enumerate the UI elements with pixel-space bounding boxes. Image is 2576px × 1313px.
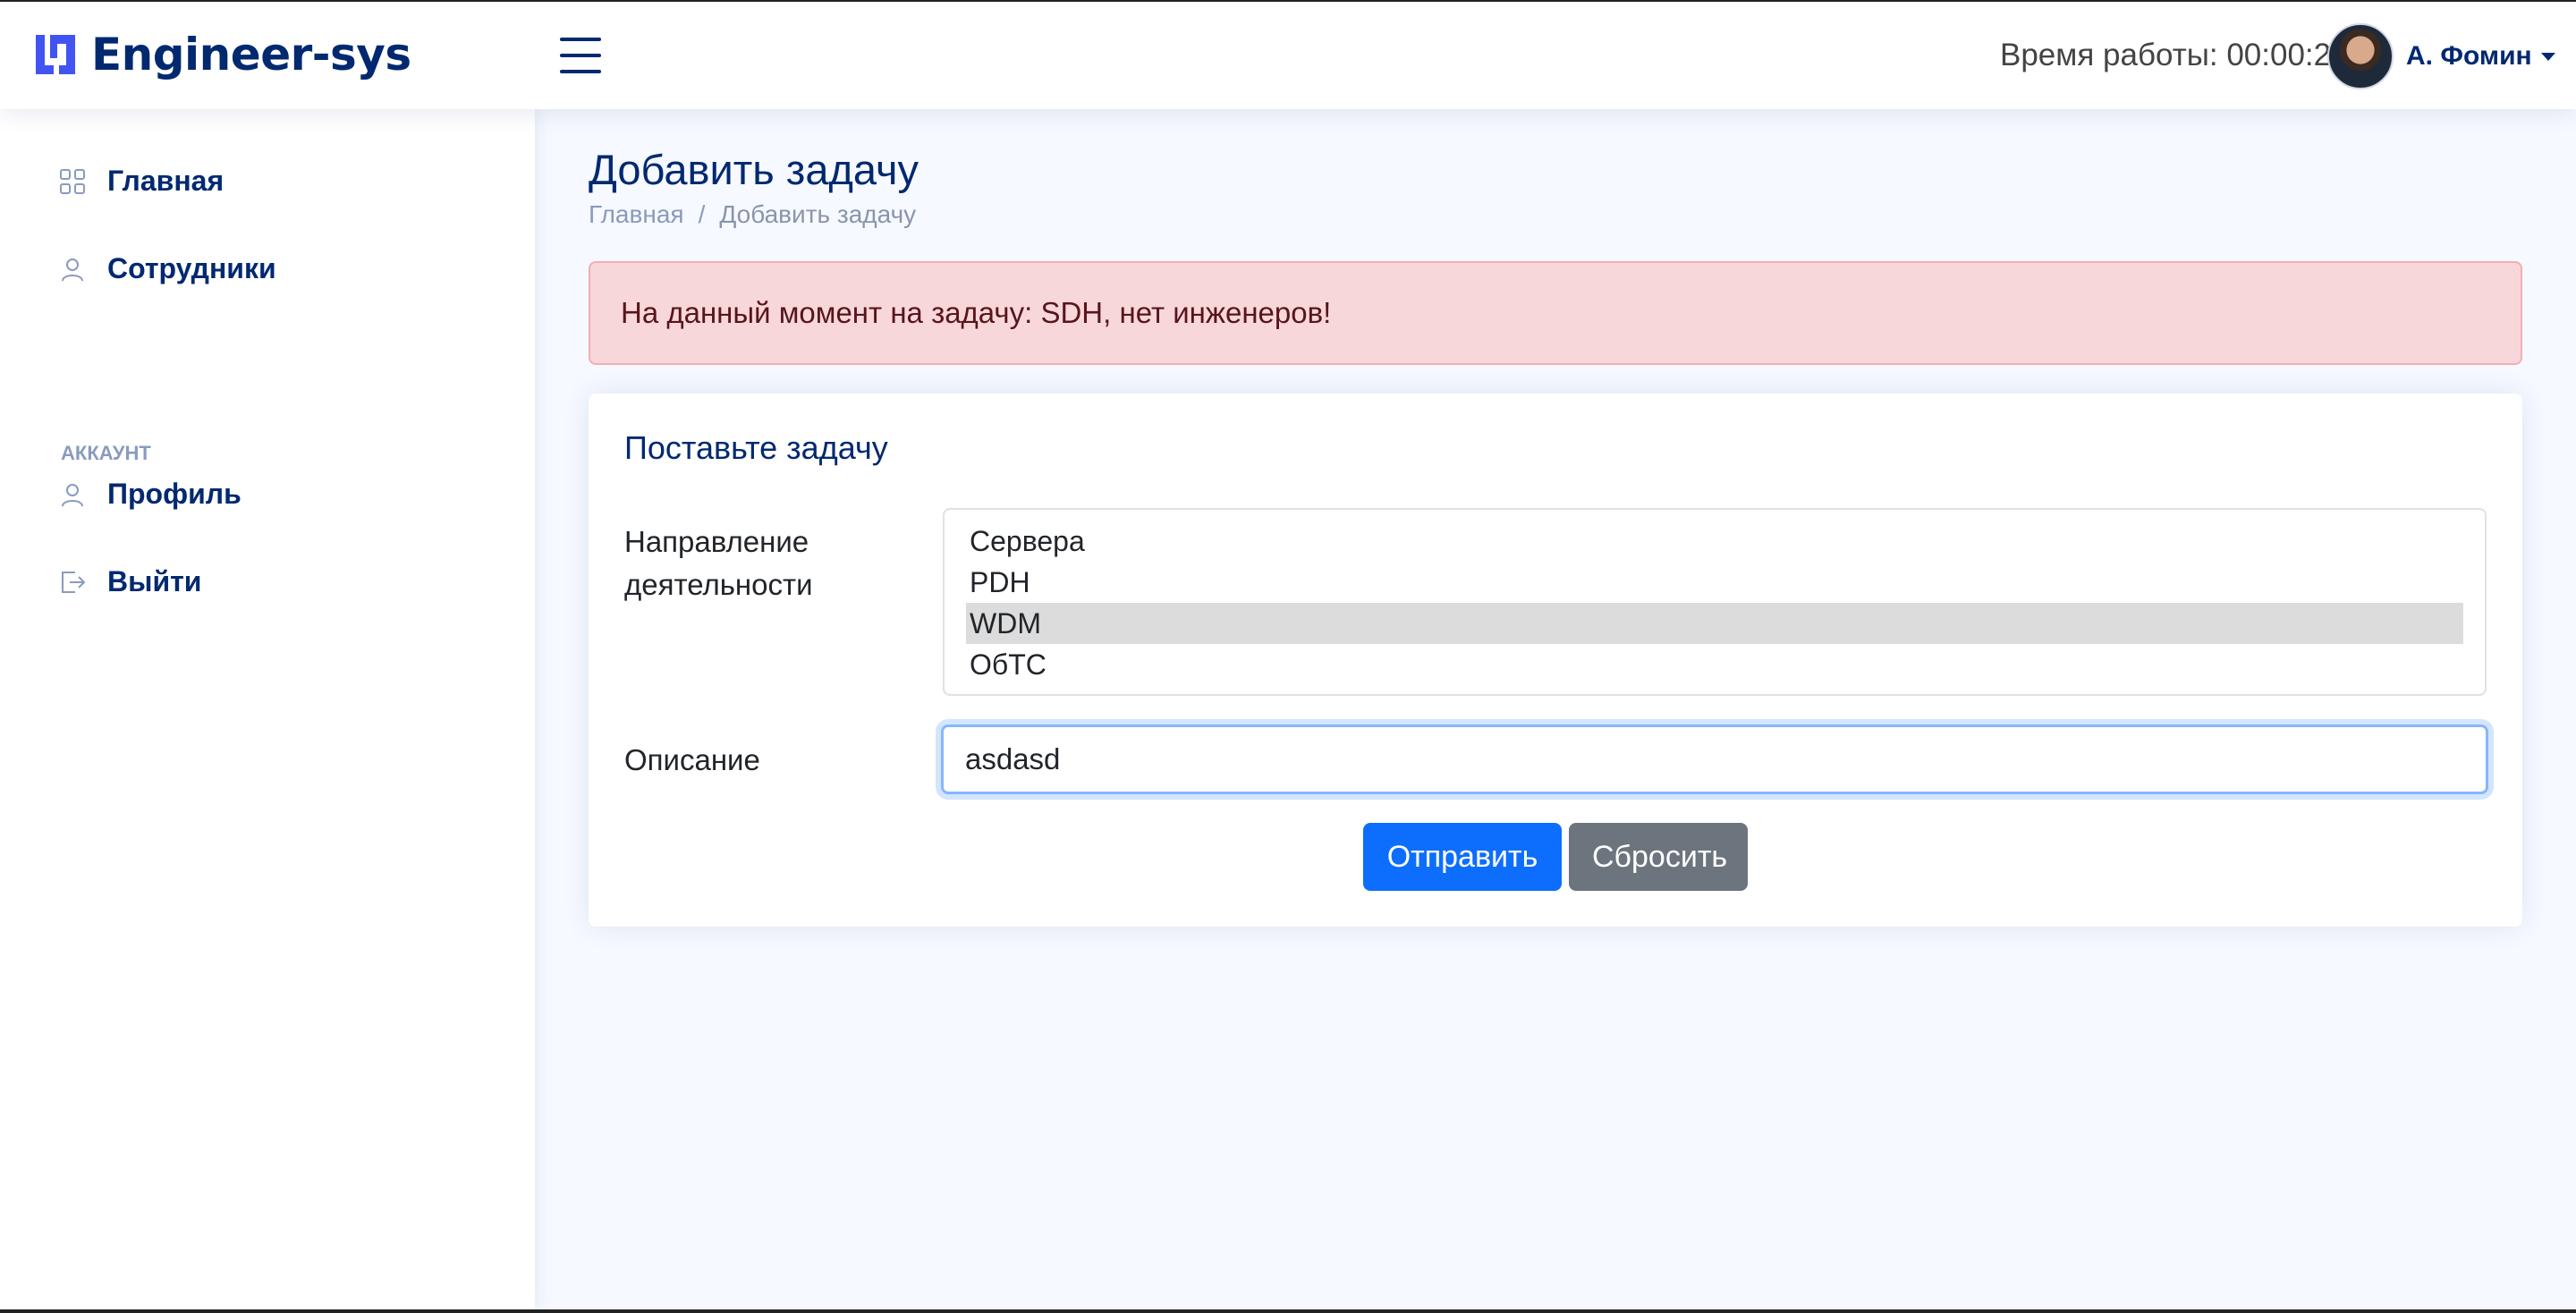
direction-option[interactable]: ОбТС [966,644,2463,685]
reset-button[interactable]: Сбросить [1569,823,1748,891]
window-bottom-border [0,1309,2576,1313]
person-icon [62,483,83,506]
top-header: Engineer-sys Время работы: 00:00:21 А. Ф… [0,0,2576,109]
description-label: Описание [624,743,760,776]
breadcrumb-current: Добавить задачу [719,200,917,228]
breadcrumb: Главная / Добавить задачу [589,200,916,229]
sidebar-item-home[interactable]: Главная [59,165,224,198]
direction-label: Направление деятельности [624,525,813,601]
sidebar: Главная Сотрудники Аккаунт Профиль Выйти [0,109,535,1311]
logout-icon [62,571,86,593]
logo-icon [36,35,75,74]
page-title: Добавить задачу [589,146,919,193]
sidebar-item-employees[interactable]: Сотрудники [59,252,276,285]
sidebar-item-label: Профиль [107,478,242,510]
avatar[interactable] [2327,23,2394,89]
task-form-card: Поставьте задачу Направление деятельност… [589,394,2522,927]
worktime-timer: Время работы: 00:00:21 [2000,38,2349,72]
brand-name: Engineer-sys [91,29,411,80]
card-title: Поставьте задачу [624,429,888,466]
description-input[interactable] [941,724,2488,794]
alert-message: На данный момент на задачу: SDH, нет инж… [621,296,1332,329]
direction-select[interactable]: Сервера PDH WDM ОбТС [943,508,2487,696]
sidebar-item-profile[interactable]: Профиль [59,478,242,511]
submit-button[interactable]: Отправить [1363,823,1562,891]
sidebar-item-label: Сотрудники [107,252,276,284]
sidebar-toggle-menu-icon[interactable] [560,38,601,75]
user-name: А. Фомин [2406,41,2532,71]
sidebar-item-label: Главная [107,165,225,197]
brand-logo[interactable]: Engineer-sys [32,29,411,80]
direction-option[interactable]: PDH [966,562,2463,603]
direction-option-selected[interactable]: WDM [966,603,2463,644]
sidebar-heading-account: Аккаунт [61,442,151,464]
error-alert: На данный момент на задачу: SDH, нет инж… [589,261,2522,365]
sidebar-item-logout[interactable]: Выйти [59,565,201,598]
user-menu-dropdown[interactable]: А. Фомин [2406,41,2555,72]
chevron-down-icon [2540,52,2555,61]
sidebar-item-label: Выйти [107,565,202,597]
breadcrumb-home-link[interactable]: Главная [589,200,684,229]
grid-icon [60,168,85,194]
breadcrumb-separator: / [698,200,706,228]
direction-option[interactable]: Сервера [966,521,2463,562]
person-icon [62,258,83,281]
